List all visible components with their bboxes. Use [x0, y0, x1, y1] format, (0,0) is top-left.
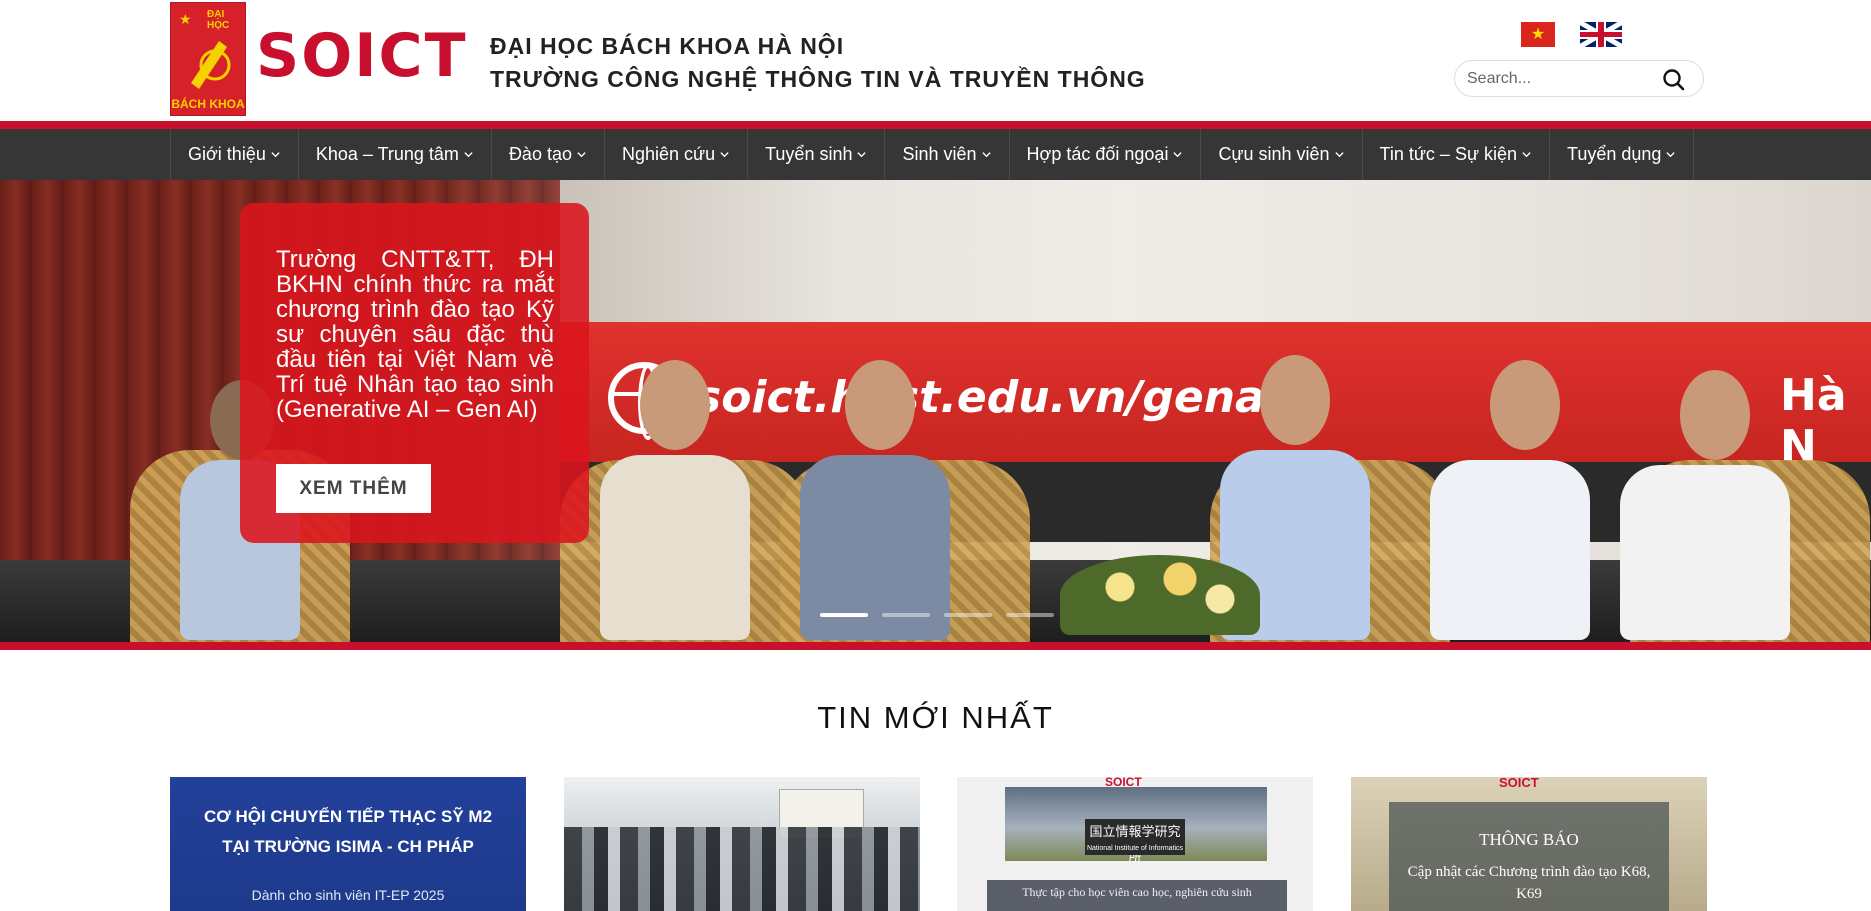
main-nav: Giới thiệu Khoa – Trung tâm Đào tạo Nghi…: [0, 129, 1871, 180]
news-card-title-line: TẠI TRƯỜNG ISIMA - CH PHÁP: [222, 837, 474, 856]
soict-mini-logo: SOICT: [1499, 777, 1539, 790]
read-more-button[interactable]: XEM THÊM: [276, 464, 431, 513]
panelist-head: [640, 360, 710, 450]
nav-item-nghien-cuu[interactable]: Nghiên cứu: [605, 129, 749, 180]
chevron-down-icon: [981, 152, 991, 158]
nav-item-gioi-thieu[interactable]: Giới thiệu: [171, 129, 299, 180]
header-divider: [0, 121, 1871, 129]
nav-item-tin-tuc-su-kien[interactable]: Tin tức – Sự kiện: [1363, 129, 1551, 180]
slider-dot[interactable]: [882, 613, 930, 617]
hero-divider: [0, 642, 1871, 650]
university-line-1: ĐẠI HỌC BÁCH KHOA HÀ NỘI: [490, 33, 845, 59]
bach-khoa-logo[interactable]: ★ ĐẠI HỌC BÁCH KHOA: [170, 2, 246, 116]
nav-item-label: Hợp tác đối ngoại: [1026, 144, 1169, 164]
nii-label: 国立情報学研究所: [1085, 819, 1185, 865]
nav-item-label: Nghiên cứu: [621, 144, 716, 164]
nav-item-label: Đào tạo: [508, 144, 572, 164]
panelist: [1430, 460, 1590, 640]
nav-item-label: Tin tức – Sự kiện: [1379, 144, 1518, 164]
flower-arrangement: [1060, 555, 1260, 635]
announcement-heading: THÔNG BÁO: [1479, 830, 1579, 849]
news-card-title: CƠ HỘI CHUYỂN TIẾP THẠC SỸ M2 TẠI TRƯỜNG…: [170, 802, 526, 862]
chevron-down-icon: [577, 152, 586, 158]
news-card-caption: Thực tập cho học viên cao học, nghiên cứ…: [987, 880, 1287, 911]
panelist: [1620, 465, 1790, 640]
nav-item-label: Giới thiệu: [188, 144, 266, 164]
hero-caption-card: Trường CNTT&TT, ĐH BKHN chính thức ra mắ…: [240, 203, 589, 543]
soict-wordmark[interactable]: SOICT: [256, 26, 468, 86]
hero-slider[interactable]: soict.hust.edu.vn/genai Hà N Trường CNTT…: [0, 180, 1871, 642]
chevron-down-icon: [464, 152, 473, 158]
torch-icon: [191, 41, 231, 89]
search-box: [1454, 60, 1704, 97]
panelist-head: [1260, 355, 1330, 445]
news-cards: CƠ HỘI CHUYỂN TIẾP THẠC SỸ M2 TẠI TRƯỜNG…: [170, 777, 1708, 911]
nav-item-label: Tuyển sinh: [765, 144, 853, 164]
search-icon[interactable]: [1661, 67, 1687, 93]
chevron-down-icon: [1173, 152, 1183, 158]
panelist: [600, 455, 750, 640]
chevron-down-icon: [1522, 152, 1531, 158]
nav-item-sinh-vien[interactable]: Sinh viên: [885, 129, 1010, 180]
chevron-down-icon: [271, 152, 280, 158]
news-card[interactable]: [564, 777, 920, 911]
nav-item-label: Cựu sinh viên: [1218, 144, 1330, 164]
chevron-down-icon: [1334, 152, 1344, 158]
nav-item-hop-tac-doi-ngoai[interactable]: Hợp tác đối ngoại: [1010, 129, 1202, 180]
hero-banner-city: Hà N: [1780, 370, 1847, 472]
news-card[interactable]: SOICT 国立情報学研究所 National Institute of Inf…: [957, 777, 1313, 911]
slider-dot[interactable]: [820, 613, 868, 617]
students-photo: [564, 827, 920, 911]
uk-flag-icon[interactable]: [1580, 22, 1622, 47]
chevron-down-icon: [720, 152, 729, 158]
chevron-down-icon: [1666, 152, 1676, 158]
slider-dot[interactable]: [944, 613, 992, 617]
news-card[interactable]: CƠ HỘI CHUYỂN TIẾP THẠC SỸ M2 TẠI TRƯỜNG…: [170, 777, 526, 911]
hero-banner-url: soict.hust.edu.vn/genai: [695, 372, 1280, 423]
latest-news-title: TIN MỚI NHẤT: [817, 700, 1054, 735]
university-line-2: TRƯỜNG CÔNG NGHỆ THÔNG TIN VÀ TRUYỀN THÔ…: [490, 66, 1146, 92]
news-card-subtitle: Dành cho sinh viên IT-EP 2025: [251, 887, 445, 903]
nav-item-khoa-trung-tam[interactable]: Khoa – Trung tâm: [299, 129, 492, 180]
slider-dots: [820, 613, 1054, 617]
chevron-down-icon: [857, 152, 867, 158]
site-header: ★ ĐẠI HỌC BÁCH KHOA SOICT ĐẠI HỌC BÁCH K…: [0, 0, 1871, 121]
nii-label-en: National Institute of Informatics: [1085, 843, 1185, 855]
nav-item-tuyen-sinh[interactable]: Tuyển sinh: [748, 129, 886, 180]
nav-item-label: Sinh viên: [902, 144, 977, 164]
panelist-head: [1490, 360, 1560, 450]
slider-dot[interactable]: [1006, 613, 1054, 617]
nav-item-dao-tao[interactable]: Đào tạo: [492, 129, 605, 180]
vietnam-flag-icon[interactable]: ★: [1521, 22, 1555, 47]
hero-headline: Trường CNTT&TT, ĐH BKHN chính thức ra mắ…: [276, 246, 554, 423]
panelist-head: [1680, 370, 1750, 460]
search-input[interactable]: [1467, 68, 1657, 90]
nav-menu: Giới thiệu Khoa – Trung tâm Đào tạo Nghi…: [170, 129, 1695, 180]
news-card[interactable]: SOICT THÔNG BÁO Cập nhật các Chương trìn…: [1351, 777, 1707, 911]
panelist-head: [845, 360, 915, 450]
nav-item-label: Khoa – Trung tâm: [315, 144, 459, 164]
university-name: ĐẠI HỌC BÁCH KHOA HÀ NỘI TRƯỜNG CÔNG NGH…: [490, 30, 1146, 96]
news-card-title-line: CƠ HỘI CHUYỂN TIẾP THẠC SỸ M2: [203, 807, 493, 826]
nav-item-tuyen-dung[interactable]: Tuyển dụng: [1550, 129, 1695, 180]
nav-item-cuu-sinh-vien[interactable]: Cựu sinh viên: [1201, 129, 1363, 180]
logo-bottom-text: BÁCH KHOA: [171, 97, 245, 111]
nav-item-label: Tuyển dụng: [1567, 144, 1662, 164]
announcement-text: Cập nhật các Chương trình đào tạo K68, K…: [1407, 864, 1651, 902]
